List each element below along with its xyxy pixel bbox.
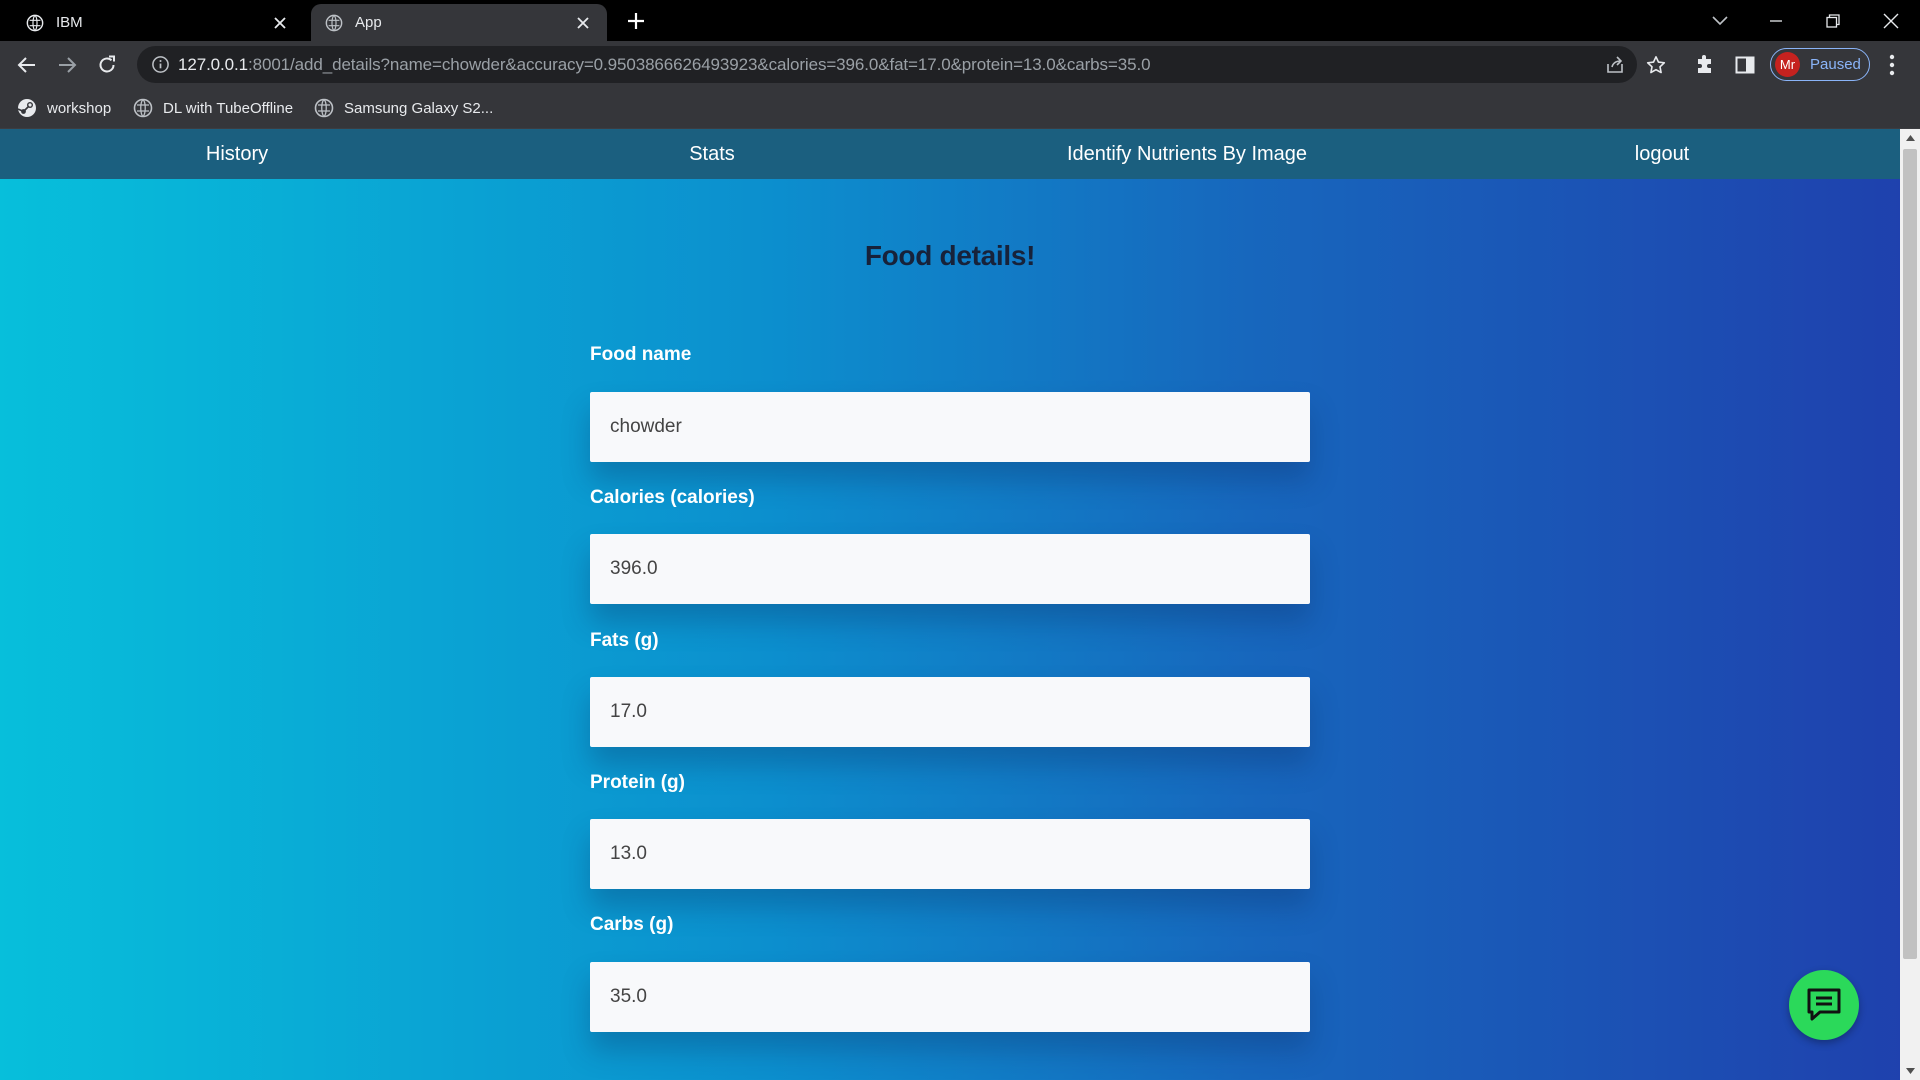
caret-down-icon [1905,1068,1915,1074]
scroll-thumb[interactable] [1903,149,1917,959]
nav-history[interactable]: History [87,129,387,179]
protein-input[interactable] [590,819,1310,889]
tab-app[interactable]: App [311,4,607,41]
page-scrollbar[interactable] [1900,129,1920,1080]
close-window-button[interactable] [1876,6,1906,36]
extensions-icon[interactable] [1694,54,1716,76]
address-bar[interactable]: 127.0.0.1:8001/add_details?name=chowder&… [137,46,1666,83]
browser-toolbar: 127.0.0.1:8001/add_details?name=chowder&… [0,41,1920,89]
nav-logout[interactable]: logout [1512,129,1812,179]
caret-up-icon [1905,135,1915,141]
bookmark-label: Samsung Galaxy S2... [344,99,494,117]
reload-icon [99,55,115,73]
kebab-menu-icon[interactable] [1880,52,1904,78]
food-name-label: Food name [590,344,692,365]
url-text: 127.0.0.1:8001/add_details?name=chowder&… [178,46,1151,83]
tab-title: App [355,14,382,31]
profile-status: Paused [1810,56,1861,73]
protein-label: Protein (g) [590,772,685,793]
tab-strip: IBM App [0,0,1920,41]
bookmarks-bar: workshop DL with TubeOffline Samsung Gal… [0,89,1920,129]
share-icon[interactable] [1605,55,1625,75]
scroll-up-arrow[interactable] [1900,129,1920,147]
reload-button[interactable] [93,51,121,79]
arrow-right-icon [59,57,77,73]
info-icon[interactable] [151,55,170,74]
carbs-label: Carbs (g) [590,914,674,935]
bookmark-workshop[interactable]: workshop [17,89,111,127]
restore-button[interactable] [1818,6,1848,36]
avatar: Mr [1775,52,1800,77]
nav-stats[interactable]: Stats [562,129,862,179]
chat-icon [1807,988,1841,1021]
site-navbar: History Stats Identify Nutrients By Imag… [0,129,1900,179]
bookmark-samsung[interactable]: Samsung Galaxy S2... [314,89,493,127]
chevron-down-icon [1712,16,1728,26]
close-icon [1883,13,1899,29]
url-host: 127.0.0.1 [178,55,248,74]
plus-icon [628,13,644,29]
fats-label: Fats (g) [590,630,659,651]
globe-icon [325,14,343,31]
chat-button[interactable] [1789,970,1859,1040]
calories-input[interactable] [590,534,1310,604]
close-icon[interactable] [270,13,290,33]
globe-icon [133,98,153,118]
side-panel-icon[interactable] [1734,54,1756,76]
new-tab-button[interactable] [624,9,648,33]
food-name-input[interactable] [590,392,1310,462]
tab-ibm[interactable]: IBM [0,4,304,41]
profile-button[interactable]: Mr Paused [1770,48,1870,81]
tab-title: IBM [56,14,83,31]
minimize-icon [1770,20,1782,22]
steam-icon [17,99,36,117]
tab-search-button[interactable] [1705,6,1735,36]
calories-label: Calories (calories) [590,487,755,508]
fats-input[interactable] [590,677,1310,747]
bookmark-label: DL with TubeOffline [163,99,294,117]
globe-icon [26,14,44,31]
star-icon[interactable] [1646,55,1666,75]
url-path: :8001/add_details?name=chowder&accuracy=… [248,55,1151,74]
minimize-button[interactable] [1761,6,1791,36]
bookmark-tubeoffline[interactable]: DL with TubeOffline [133,89,293,127]
arrow-left-icon [17,57,35,73]
forward-button[interactable] [53,51,81,79]
nav-identify-nutrients[interactable]: Identify Nutrients By Image [1037,129,1337,179]
close-icon[interactable] [573,13,593,33]
page-title: Food details! [864,240,1036,271]
bookmark-label: workshop [47,99,112,117]
restore-icon [1826,14,1840,28]
back-button[interactable] [13,51,41,79]
scroll-down-arrow[interactable] [1900,1062,1920,1080]
carbs-input[interactable] [590,962,1310,1032]
globe-icon [314,98,334,118]
page-viewport: History Stats Identify Nutrients By Imag… [0,129,1920,1080]
